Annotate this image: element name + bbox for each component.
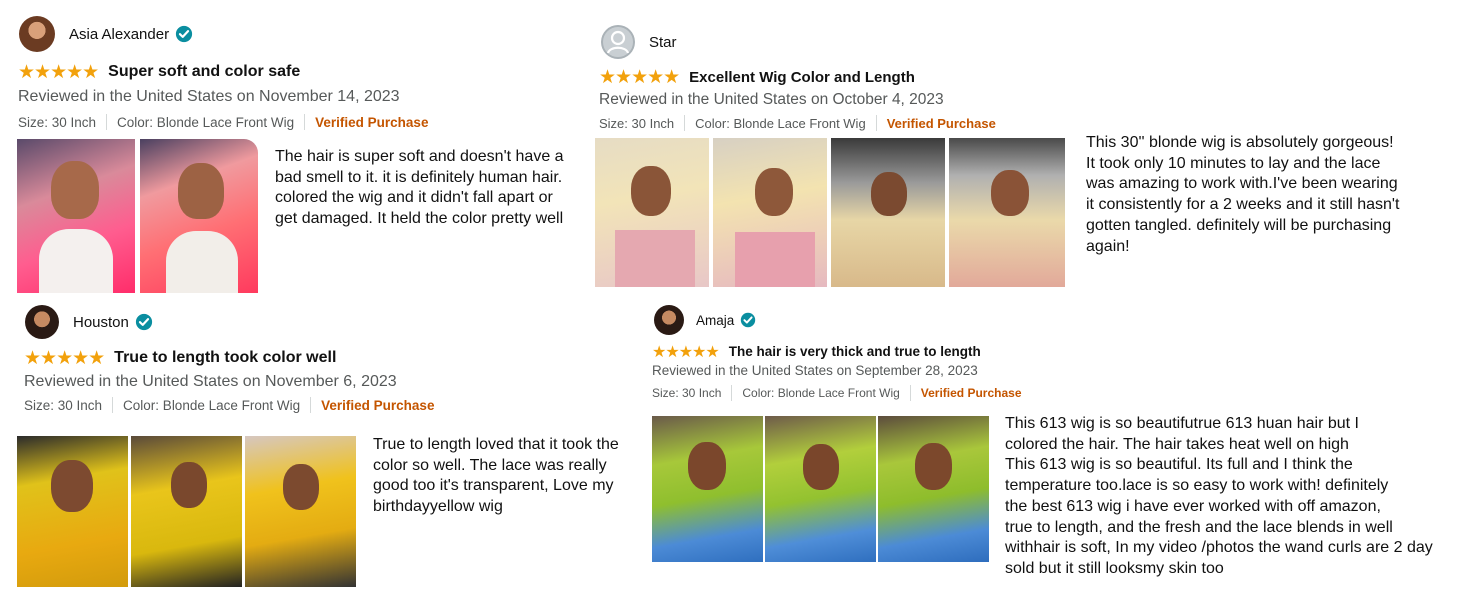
review-body: This 30'' blonde wig is absolutely gorge… bbox=[1086, 134, 1400, 255]
review-card-amaja: Amaja ★★★★★ The hair is very thick and t… bbox=[640, 300, 1464, 600]
avatar[interactable] bbox=[19, 16, 55, 52]
reviewer-name[interactable]: Star bbox=[649, 34, 677, 51]
review-title-row: ★★★★★ True to length took color well bbox=[24, 347, 336, 369]
divider bbox=[684, 115, 686, 131]
review-photo[interactable] bbox=[652, 416, 763, 562]
review-photo[interactable] bbox=[131, 436, 242, 587]
review-date: Reviewed in the United States on Septemb… bbox=[652, 363, 978, 378]
divider bbox=[909, 385, 911, 401]
size-label: Size: 30 Inch bbox=[18, 114, 97, 130]
reviewer-name[interactable]: Houston bbox=[73, 314, 129, 331]
divider bbox=[875, 115, 877, 131]
divider bbox=[731, 385, 733, 401]
review-meta: Size: 30 Inch Color: Blonde Lace Front W… bbox=[652, 385, 1022, 401]
divider bbox=[106, 114, 108, 130]
verified-check-icon bbox=[175, 25, 193, 43]
review-title-row: ★★★★★ Super soft and color safe bbox=[18, 61, 300, 83]
color-label: Color: Blonde Lace Front Wig bbox=[117, 114, 295, 130]
star-rating: ★★★★★ bbox=[652, 342, 720, 361]
review-photo[interactable] bbox=[17, 436, 128, 587]
size-label: Size: 30 Inch bbox=[24, 397, 103, 413]
color-label: Color: Blonde Lace Front Wig bbox=[695, 115, 866, 131]
avatar[interactable] bbox=[654, 305, 684, 335]
review-title[interactable]: Excellent Wig Color and Length bbox=[689, 69, 915, 86]
reviewer-header: Amaja bbox=[654, 305, 756, 335]
color-label: Color: Blonde Lace Front Wig bbox=[123, 397, 301, 413]
review-photo[interactable] bbox=[878, 416, 989, 562]
review-body: This 613 wig is so beautifutrue 613 huan… bbox=[1005, 415, 1433, 577]
avatar[interactable] bbox=[25, 305, 59, 339]
review-date: Reviewed in the United States on October… bbox=[599, 91, 944, 108]
review-photo[interactable] bbox=[765, 416, 876, 562]
review-body: The hair is super soft and doesn't have … bbox=[275, 148, 564, 228]
divider bbox=[310, 397, 312, 413]
review-meta: Size: 30 Inch Color: Blonde Lace Front W… bbox=[24, 397, 434, 413]
review-photo[interactable] bbox=[713, 138, 827, 287]
star-rating: ★★★★★ bbox=[24, 347, 105, 369]
review-photo[interactable] bbox=[140, 139, 258, 293]
reviewer-header: Star bbox=[601, 25, 677, 59]
verified-check-icon bbox=[135, 313, 152, 331]
divider bbox=[304, 114, 306, 130]
verified-purchase-badge: Verified Purchase bbox=[920, 386, 1022, 400]
review-body: True to length loved that it took the co… bbox=[373, 436, 619, 516]
verified-purchase-badge: Verified Purchase bbox=[315, 114, 429, 130]
reviewer-name[interactable]: Asia Alexander bbox=[69, 26, 169, 43]
review-meta: Size: 30 Inch Color: Blonde Lace Front W… bbox=[18, 114, 428, 130]
review-card-asia: Asia Alexander ★★★★★ Super soft and colo… bbox=[0, 0, 590, 300]
review-photo[interactable] bbox=[245, 436, 356, 587]
reviewer-header: Houston bbox=[25, 305, 153, 339]
star-rating: ★★★★★ bbox=[18, 61, 99, 83]
review-card-houston: Houston ★★★★★ True to length took color … bbox=[0, 300, 640, 600]
verified-purchase-badge: Verified Purchase bbox=[321, 397, 435, 413]
review-title-row: ★★★★★ Excellent Wig Color and Length bbox=[599, 66, 915, 88]
reviewer-header: Asia Alexander bbox=[19, 16, 193, 52]
reviewer-name[interactable]: Amaja bbox=[696, 313, 734, 328]
review-title-row: ★★★★★ The hair is very thick and true to… bbox=[652, 342, 981, 361]
size-label: Size: 30 Inch bbox=[599, 115, 675, 131]
verified-purchase-badge: Verified Purchase bbox=[886, 115, 996, 131]
review-photo[interactable] bbox=[831, 138, 945, 287]
review-photo[interactable] bbox=[949, 138, 1065, 287]
review-title[interactable]: Super soft and color safe bbox=[108, 63, 300, 81]
review-card-star: Star ★★★★★ Excellent Wig Color and Lengt… bbox=[590, 0, 1464, 300]
review-title[interactable]: True to length took color well bbox=[114, 349, 336, 367]
color-label: Color: Blonde Lace Front Wig bbox=[742, 386, 900, 400]
size-label: Size: 30 Inch bbox=[652, 386, 722, 400]
review-photo[interactable] bbox=[17, 139, 135, 293]
user-silhouette-icon[interactable] bbox=[601, 25, 635, 59]
review-date: Reviewed in the United States on Novembe… bbox=[24, 373, 397, 390]
review-photo[interactable] bbox=[595, 138, 709, 287]
divider bbox=[112, 397, 114, 413]
review-title[interactable]: The hair is very thick and true to lengt… bbox=[729, 344, 981, 359]
star-rating: ★★★★★ bbox=[599, 66, 680, 88]
verified-check-icon bbox=[741, 312, 756, 328]
review-date: Reviewed in the United States on Novembe… bbox=[18, 88, 400, 105]
review-meta: Size: 30 Inch Color: Blonde Lace Front W… bbox=[599, 115, 996, 131]
